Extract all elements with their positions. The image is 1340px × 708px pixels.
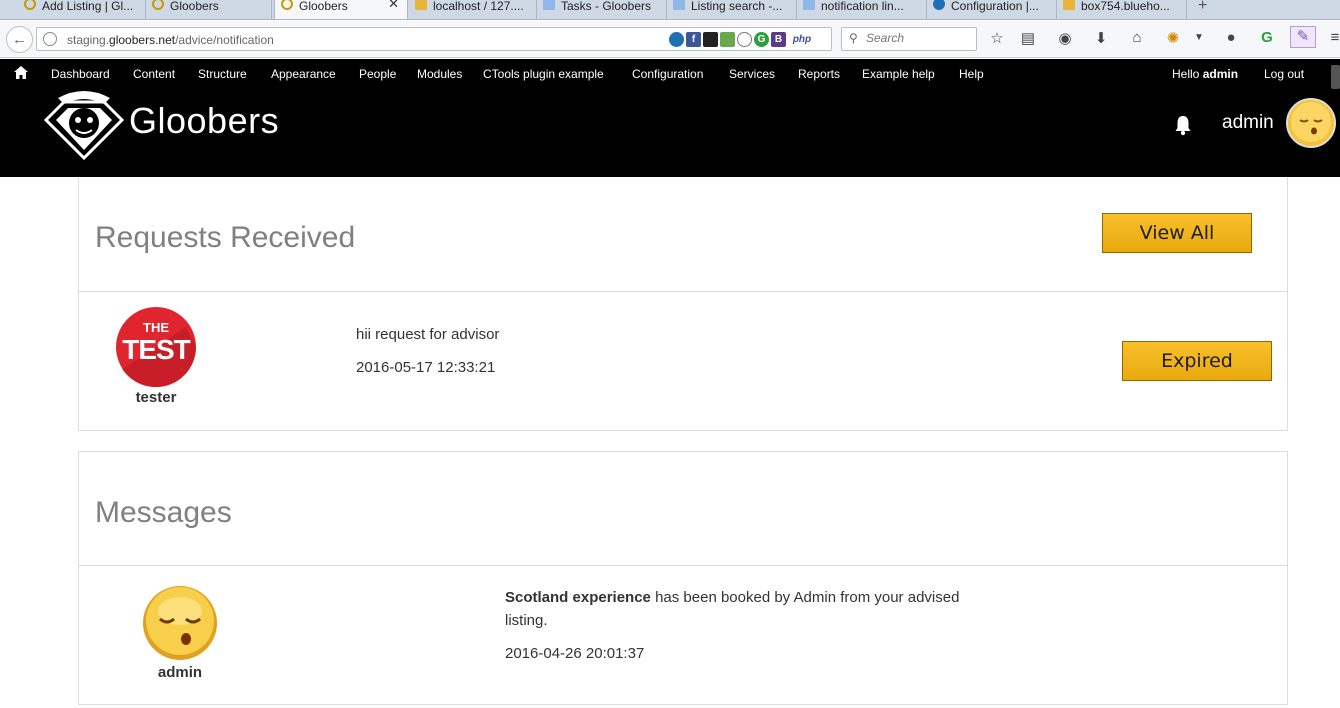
browser-tab[interactable]: notification lin... [797, 0, 927, 19]
gloobers-icon [24, 0, 36, 10]
admin-menu-item-modules[interactable]: Modules [417, 67, 462, 81]
avatar-badge-main-text: TEST [122, 334, 191, 365]
search-icon: ⚲ [849, 31, 858, 45]
bell-icon[interactable] [1171, 113, 1195, 137]
reading-list-icon[interactable]: ▤ [1017, 29, 1039, 47]
expired-status-button[interactable]: Expired [1122, 341, 1272, 381]
download-icon[interactable]: ⬇ [1090, 29, 1112, 47]
quill-icon[interactable]: ✎ [1290, 26, 1316, 48]
back-button[interactable]: ← [6, 26, 33, 53]
admin-menu-item-content[interactable]: Content [133, 67, 175, 81]
browser-tab[interactable]: box754.blueho... [1057, 0, 1187, 19]
menu-icon[interactable]: ≡ [1324, 29, 1340, 46]
message-date: 2016-04-26 20:01:37 [505, 645, 645, 662]
browser-tab[interactable]: Configuration |... [927, 0, 1057, 19]
view-all-button[interactable]: View All [1102, 213, 1252, 253]
user-avatar[interactable] [1286, 98, 1336, 148]
bookmark-star-icon[interactable]: ☆ [986, 29, 1008, 47]
site-name[interactable]: Gloobers [129, 100, 279, 142]
request-message: hii request for advisor [356, 326, 500, 343]
extension-icons: f G B php [669, 32, 816, 48]
request-date: 2016-05-17 12:33:21 [356, 359, 496, 376]
url-bar[interactable]: staging.gloobers.net/advice/notification… [36, 27, 861, 51]
admin-menu-item-structure[interactable]: Structure [198, 67, 247, 81]
requests-title: Requests Received [95, 221, 356, 254]
logout-link[interactable]: Log out [1264, 67, 1304, 81]
sender-name[interactable]: admin [140, 664, 220, 681]
admin-avatar[interactable] [142, 585, 218, 661]
admin-menu-item-help[interactable]: Help [959, 67, 984, 81]
network-icon [673, 0, 685, 10]
scrollbar-thumb[interactable] [1331, 65, 1340, 89]
admin-menu-item-people[interactable]: People [359, 67, 396, 81]
flag-icon[interactable] [703, 32, 718, 47]
requests-panel-header: Requests Received View All [79, 177, 1287, 292]
admin-menu-item-services[interactable]: Services [729, 67, 775, 81]
browser-tab-strip: Add Listing | Gl... Gloobers Gloobers ✕ … [0, 0, 1340, 20]
admin-menu-item-appearance[interactable]: Appearance [271, 67, 336, 81]
chevron-down-icon[interactable]: ▼ [1188, 32, 1210, 43]
gloobers-logo-icon[interactable] [43, 90, 125, 161]
hello-user[interactable]: Hello admin [1172, 67, 1238, 81]
admin-menu-item-dashboard[interactable]: Dashboard [51, 67, 110, 81]
browser-tab[interactable]: Gloobers [146, 0, 272, 19]
clock-icon[interactable] [737, 32, 752, 47]
browser-search-box[interactable]: ⚲ [841, 27, 977, 51]
facebook-icon[interactable]: f [686, 32, 701, 47]
close-tab-icon[interactable]: ✕ [388, 0, 399, 10]
g-extension-icon[interactable]: G [754, 32, 769, 47]
pocket-icon[interactable]: ◉ [1054, 29, 1076, 47]
browser-tab[interactable]: Tasks - Gloobers [537, 0, 667, 19]
php-icon[interactable]: php [788, 32, 816, 47]
messages-title: Messages [95, 496, 232, 529]
drupal-icon[interactable] [669, 32, 684, 47]
home-icon[interactable]: ⌂ [1126, 29, 1148, 46]
admin-menu-item-configuration[interactable]: Configuration [632, 67, 703, 81]
header-username[interactable]: admin [1222, 112, 1274, 134]
b-extension-icon[interactable]: B [771, 32, 786, 47]
globe-icon [43, 32, 57, 46]
map-icon[interactable] [720, 32, 735, 47]
url-text: staging.gloobers.net/advice/notification [67, 33, 274, 47]
network-icon [803, 0, 815, 10]
browser-tab[interactable]: Listing search -... [667, 0, 797, 19]
requester-name[interactable]: tester [116, 389, 196, 406]
tester-avatar[interactable]: THE TEST [116, 307, 196, 388]
network-icon [543, 0, 555, 10]
search-input[interactable] [866, 31, 970, 45]
admin-toolbar: Dashboard Content Structure Appearance P… [0, 59, 1340, 90]
site-header: Gloobers admin [0, 90, 1340, 177]
admin-menu-item-ctools[interactable]: CTools plugin example [483, 67, 604, 81]
home-icon[interactable] [14, 66, 34, 82]
avatar-badge-top-text: THE [143, 320, 169, 335]
new-tab-button[interactable]: + [1198, 0, 1207, 15]
phpmyadmin-icon [1063, 0, 1075, 10]
messages-panel: Messages admin Scotland experience has b… [78, 451, 1288, 705]
gloobers-icon [281, 0, 293, 10]
chat-icon[interactable]: ● [1220, 29, 1242, 46]
browser-tab[interactable]: localhost / 127.... [409, 0, 537, 19]
browser-tab-active[interactable]: Gloobers ✕ [274, 0, 408, 19]
drupal-icon [933, 0, 945, 10]
request-row: THE TEST tester hii request for advisor … [79, 292, 1287, 430]
admin-menu-item-example-help[interactable]: Example help [862, 67, 935, 81]
grammarly-icon[interactable]: G [1256, 29, 1278, 46]
browser-nav-bar: ← staging.gloobers.net/advice/notificati… [0, 21, 1340, 58]
firebug-icon[interactable]: ✺ [1162, 29, 1184, 47]
gloobers-icon [152, 0, 164, 10]
listing-link[interactable]: Scotland experience [505, 589, 651, 606]
messages-panel-header: Messages [79, 452, 1287, 566]
message-row: admin Scotland experience has been booke… [79, 566, 1287, 704]
admin-menu-item-reports[interactable]: Reports [798, 67, 840, 81]
requests-panel: Requests Received View All THE TEST test… [78, 177, 1288, 431]
phpmyadmin-icon [415, 0, 427, 10]
browser-tab[interactable]: Add Listing | Gl... [18, 0, 146, 19]
message-body: Scotland experience has been booked by A… [505, 589, 960, 629]
